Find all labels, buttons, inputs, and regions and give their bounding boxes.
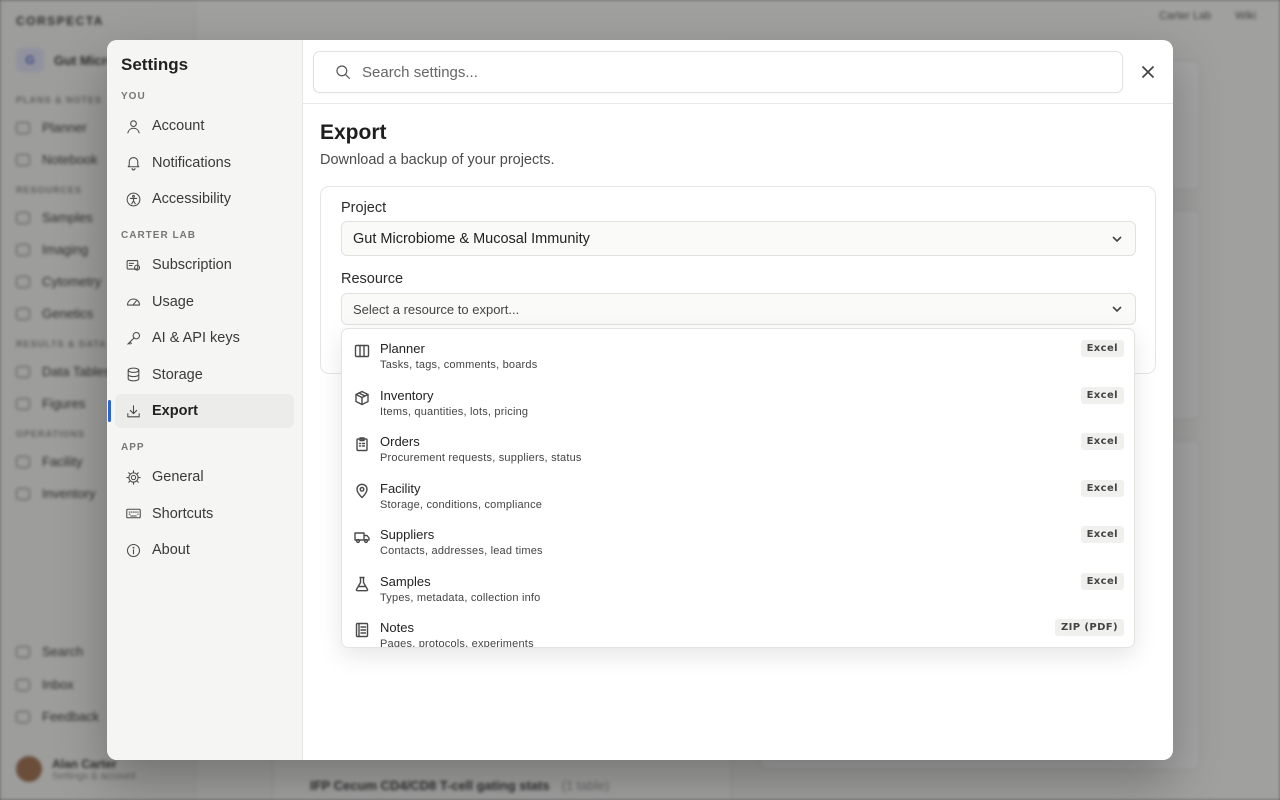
nav-item-subscription[interactable]: Subscription: [115, 248, 294, 282]
resource-option-inventory[interactable]: Inventory Items, quantities, lots, prici…: [342, 376, 1134, 422]
nav-item-accessibility[interactable]: Accessibility: [115, 182, 294, 216]
resource-option-desc: Items, quantities, lots, pricing: [380, 406, 529, 418]
resource-select[interactable]: Select a resource to export...: [341, 293, 1136, 325]
settings-search-bar: [303, 40, 1173, 104]
download-icon: [124, 402, 142, 420]
keyboard-icon: [124, 505, 142, 523]
resource-option-desc: Procurement requests, suppliers, status: [380, 452, 582, 464]
gauge-icon: [124, 293, 142, 311]
resource-option-title: Facility: [380, 481, 421, 496]
resource-option-title: Inventory: [380, 388, 434, 403]
nav-item-label: About: [152, 542, 190, 558]
clipboard-icon: [354, 436, 372, 454]
nav-item-general[interactable]: General: [115, 460, 294, 494]
nav-item-label: Account: [152, 118, 205, 134]
format-badge: ZIP (PDF): [1055, 619, 1124, 636]
nav-section-app: APP: [121, 442, 145, 453]
resource-option-facility[interactable]: Facility Storage, conditions, compliance…: [342, 469, 1134, 515]
nav-item-label: Usage: [152, 293, 194, 310]
resource-option-title: Suppliers: [380, 527, 435, 542]
chevron-down-icon: [1111, 233, 1123, 245]
nav-item-shortcuts[interactable]: Shortcuts: [115, 497, 294, 531]
nav-item-notifications[interactable]: Notifications: [115, 146, 294, 180]
nav-item-label: Subscription: [152, 257, 232, 273]
columns-icon: [354, 343, 372, 361]
search-input[interactable]: [362, 63, 1062, 81]
nav-item-usage[interactable]: Usage: [115, 285, 294, 319]
user-icon: [124, 117, 142, 135]
bell-icon: [124, 154, 142, 172]
project-label: Project: [341, 200, 387, 216]
nav-item-ai-api-keys[interactable]: AI & API keys: [115, 321, 294, 355]
nav-section-lab: CARTER LAB: [121, 230, 196, 241]
nav-item-export[interactable]: Export: [108, 394, 294, 428]
resource-option-desc: Tasks, tags, comments, boards: [380, 359, 538, 371]
nav-item-about[interactable]: About: [115, 533, 294, 567]
search-icon: [334, 63, 352, 81]
resource-option-orders[interactable]: Orders Procurement requests, suppliers, …: [342, 422, 1134, 468]
close-button[interactable]: [1137, 61, 1159, 83]
map-pin-icon: [354, 483, 372, 501]
settings-modal: Settings YOU Account Notifications Acces…: [107, 40, 1173, 760]
nav-item-label: AI & API keys: [152, 330, 240, 346]
nav-item-label: General: [152, 469, 204, 485]
resource-option-samples[interactable]: Samples Types, metadata, collection info…: [342, 562, 1134, 608]
resource-option-title: Orders: [380, 434, 420, 449]
flask-icon: [354, 576, 372, 594]
nav-item-label: Shortcuts: [152, 505, 214, 522]
format-badge: Excel: [1080, 480, 1124, 497]
resource-label: Resource: [341, 271, 404, 287]
settings-search-box[interactable]: [313, 51, 1123, 93]
nav-item-label: Export: [152, 403, 198, 419]
resource-option-desc: Types, metadata, collection info: [380, 592, 541, 604]
resource-option-title: Notes: [380, 620, 414, 635]
format-badge: Excel: [1080, 573, 1124, 590]
nav-item-storage[interactable]: Storage: [115, 358, 294, 392]
truck-icon: [354, 529, 372, 547]
nav-section-you: YOU: [121, 91, 146, 102]
resource-option-suppliers[interactable]: Suppliers Contacts, addresses, lead time…: [342, 515, 1134, 561]
settings-title: Settings: [121, 55, 189, 74]
resource-option-desc: Contacts, addresses, lead times: [380, 545, 543, 557]
format-badge: Excel: [1080, 433, 1124, 450]
page-title: Export: [320, 121, 387, 144]
subscription-icon: [124, 256, 142, 274]
format-badge: Excel: [1080, 340, 1124, 357]
nav-item-label: Accessibility: [152, 191, 231, 207]
close-icon: [1141, 65, 1155, 79]
resource-option-title: Samples: [380, 574, 431, 589]
format-badge: Excel: [1080, 526, 1124, 543]
settings-content: Export Download a backup of your project…: [303, 40, 1173, 760]
accessibility-icon: [124, 190, 142, 208]
chevron-down-icon: [1111, 303, 1123, 315]
project-select[interactable]: Gut Microbiome & Mucosal Immunity: [341, 221, 1136, 256]
box-icon: [354, 390, 372, 408]
database-icon: [124, 366, 142, 384]
nav-item-account[interactable]: Account: [115, 109, 294, 143]
resource-dropdown-menu: Planner Tasks, tags, comments, boards Ex…: [341, 328, 1135, 648]
page-subtitle: Download a backup of your projects.: [320, 152, 555, 168]
resource-option-notes[interactable]: Notes Pages, protocols, experiments ZIP …: [342, 608, 1134, 648]
info-icon: [124, 541, 142, 559]
gear-icon: [124, 468, 142, 486]
resource-option-title: Planner: [380, 341, 425, 356]
nav-item-label: Notifications: [152, 154, 231, 171]
format-badge: Excel: [1080, 387, 1124, 404]
nav-item-label: Storage: [152, 366, 203, 383]
key-icon: [124, 329, 142, 347]
resource-option-desc: Pages, protocols, experiments: [380, 638, 534, 648]
resource-option-planner[interactable]: Planner Tasks, tags, comments, boards Ex…: [342, 329, 1134, 375]
project-select-value: Gut Microbiome & Mucosal Immunity: [353, 230, 590, 247]
resource-option-desc: Storage, conditions, compliance: [380, 499, 543, 511]
resource-select-placeholder: Select a resource to export...: [353, 301, 520, 317]
settings-nav: Settings YOU Account Notifications Acces…: [107, 40, 303, 760]
notebook-icon: [354, 622, 372, 640]
